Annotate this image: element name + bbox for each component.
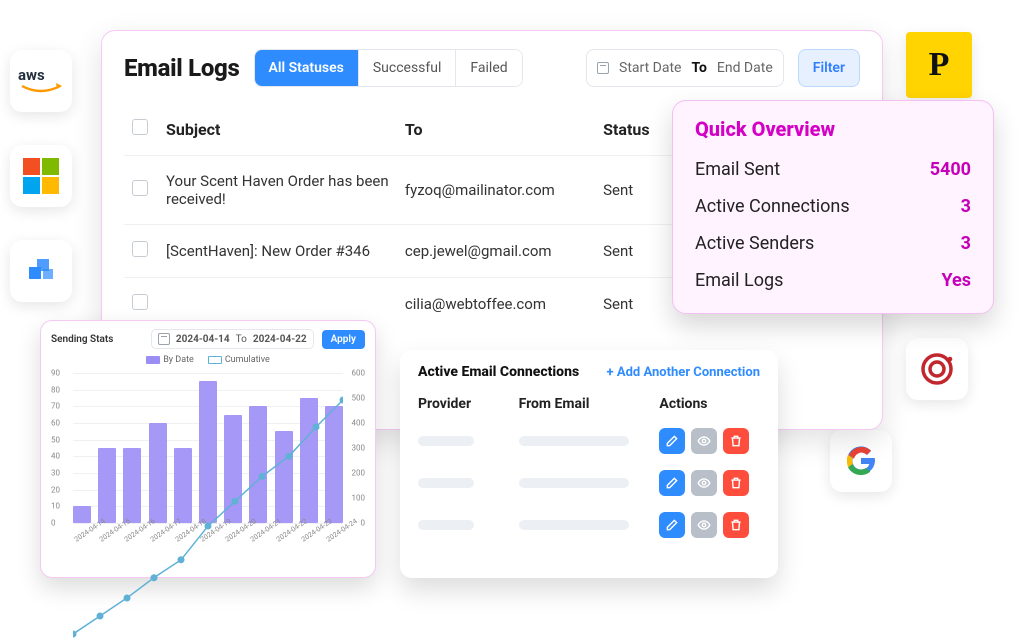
filter-successful[interactable]: Successful [359, 50, 457, 86]
chart-plot-area: 0102030405060708090 0100200300400500600 … [51, 369, 365, 545]
provider-placeholder [418, 478, 474, 488]
overview-label: Active Senders [695, 233, 814, 254]
azure-logo [10, 240, 72, 302]
chart-apply-button[interactable]: Apply [322, 330, 365, 349]
overview-row: Email Sent 5400 [695, 151, 971, 188]
connection-row [418, 512, 760, 538]
microsoft-logo [10, 145, 72, 207]
connections-title: Active Email Connections [418, 364, 579, 380]
add-connection-button[interactable]: + Add Another Connection [607, 365, 760, 380]
col-subject[interactable]: Subject [158, 109, 397, 156]
calendar-icon [158, 333, 170, 345]
chart-date-range[interactable]: 2024-04-14 To 2024-04-22 [151, 329, 314, 349]
quick-overview-card: Quick Overview Email Sent 5400 Active Co… [672, 100, 994, 314]
cell-status: Sent [595, 156, 670, 225]
view-button[interactable] [691, 428, 717, 454]
mailgun-logo [906, 338, 968, 400]
edit-button[interactable] [659, 428, 685, 454]
start-date-placeholder: Start Date [619, 60, 681, 76]
cell-to: cep.jewel@gmail.com [397, 225, 595, 278]
p-logo: P [906, 32, 972, 98]
provider-placeholder [418, 436, 474, 446]
filter-failed[interactable]: Failed [456, 50, 521, 86]
from-email-placeholder [519, 478, 629, 488]
google-logo [830, 430, 892, 492]
end-date-placeholder: End Date [717, 60, 773, 76]
cell-status: Sent [595, 225, 670, 278]
overview-value: 3 [961, 196, 971, 217]
date-to-label: To [691, 60, 706, 76]
calendar-icon [597, 62, 609, 74]
from-email-placeholder [519, 436, 629, 446]
row-checkbox[interactable] [132, 241, 148, 257]
overview-row: Email Logs Yes [695, 262, 971, 299]
cell-subject: [ScentHaven]: New Order #346 [158, 225, 397, 278]
col-status[interactable]: Status [595, 109, 670, 156]
filter-all-statuses[interactable]: All Statuses [255, 50, 359, 86]
date-range-picker[interactable]: Start Date To End Date [586, 49, 784, 87]
sending-stats-chart: Sending Stats 2024-04-14 To 2024-04-22 A… [40, 320, 376, 578]
overview-row: Active Senders 3 [695, 225, 971, 262]
overview-value: 5400 [930, 159, 971, 180]
cell-to: cilia@webtoffee.com [397, 278, 595, 331]
col-from-email: From Email [519, 396, 660, 412]
cell-subject: Your Scent Haven Order has been received… [158, 156, 397, 225]
overview-label: Active Connections [695, 196, 850, 217]
connection-row [418, 428, 760, 454]
row-checkbox[interactable] [132, 294, 148, 310]
provider-placeholder [418, 520, 474, 530]
delete-button[interactable] [723, 428, 749, 454]
edit-button[interactable] [659, 512, 685, 538]
cell-to: fyzoq@mailinator.com [397, 156, 595, 225]
overview-label: Email Logs [695, 270, 783, 291]
delete-button[interactable] [723, 470, 749, 496]
col-actions: Actions [659, 396, 760, 412]
aws-logo: aws [10, 50, 72, 112]
overview-label: Email Sent [695, 159, 780, 180]
view-button[interactable] [691, 512, 717, 538]
status-filter-segment: All Statuses Successful Failed [254, 49, 523, 87]
page-title: Email Logs [124, 54, 240, 82]
from-email-placeholder [519, 520, 629, 530]
active-connections-card: Active Email Connections + Add Another C… [400, 350, 778, 578]
svg-text:aws: aws [18, 66, 45, 84]
filter-button[interactable]: Filter [798, 49, 860, 87]
view-button[interactable] [691, 470, 717, 496]
row-checkbox[interactable] [132, 180, 148, 196]
delete-button[interactable] [723, 512, 749, 538]
select-all-checkbox[interactable] [132, 119, 148, 135]
overview-row: Active Connections 3 [695, 188, 971, 225]
overview-value: Yes [941, 270, 971, 291]
connection-row [418, 470, 760, 496]
cell-status: Sent [595, 278, 670, 331]
overview-value: 3 [961, 233, 971, 254]
overview-title: Quick Overview [695, 117, 971, 141]
col-provider: Provider [418, 396, 519, 412]
chart-title: Sending Stats [51, 334, 113, 345]
edit-button[interactable] [659, 470, 685, 496]
col-to[interactable]: To [397, 109, 595, 156]
chart-legend: By Date Cumulative [51, 355, 365, 365]
